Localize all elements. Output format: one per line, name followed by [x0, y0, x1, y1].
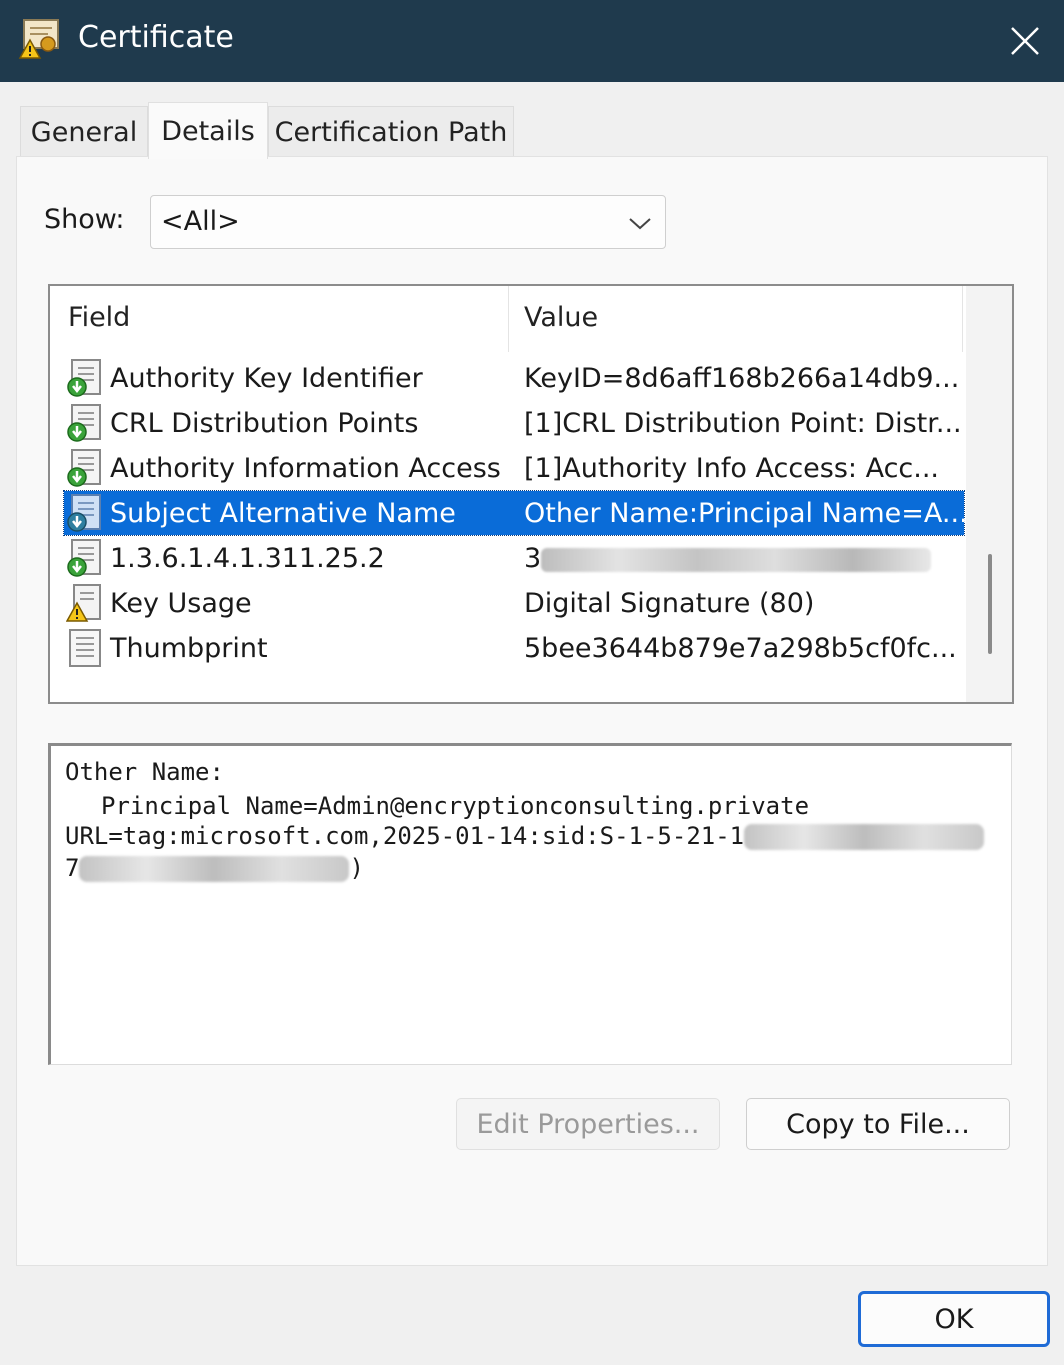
- chevron-down-icon: [627, 210, 653, 241]
- cert-extension-icon: [66, 538, 104, 578]
- tab-certification-path[interactable]: Certification Path: [268, 106, 514, 157]
- tab-details[interactable]: Details: [148, 102, 268, 159]
- copy-to-file-button[interactable]: Copy to File...: [746, 1098, 1010, 1150]
- tab-general[interactable]: General: [20, 106, 148, 157]
- field-value: 3: [524, 543, 542, 574]
- field-name: Thumbprint: [110, 633, 268, 664]
- field-value: Digital Signature (80): [524, 588, 815, 619]
- cert-extension-icon: [66, 448, 104, 488]
- field-name: 1.3.6.1.4.1.311.25.2: [110, 543, 385, 574]
- redaction-blur: [79, 856, 350, 882]
- detail-text: 7: [65, 854, 80, 882]
- cert-extension-icon: [66, 493, 104, 533]
- detail-line: 7): [65, 854, 364, 882]
- field-value-redacted: 3: [524, 543, 932, 574]
- certificate-icon: [18, 18, 62, 60]
- cert-warning-icon: [65, 583, 104, 623]
- list-item[interactable]: Key Usage Digital Signature (80): [64, 581, 964, 625]
- list-item[interactable]: Authority Information Access [1]Authorit…: [64, 446, 964, 490]
- field-value: [1]Authority Info Access: Acc...: [524, 453, 940, 484]
- field-name: Authority Information Access: [110, 453, 501, 484]
- field-value: KeyID=8d6aff168b266a14db9...: [524, 363, 960, 394]
- field-value: [1]CRL Distribution Point: Distr...: [524, 408, 962, 439]
- column-divider[interactable]: [508, 286, 509, 352]
- detail-line: Principal Name=Admin@encryptionconsultin…: [101, 792, 810, 820]
- detail-line: Other Name:: [65, 758, 224, 786]
- field-name: Key Usage: [110, 588, 252, 619]
- close-button[interactable]: [1000, 16, 1050, 66]
- cert-property-icon: [66, 628, 104, 668]
- column-divider: [962, 286, 963, 352]
- cert-extension-icon: [66, 403, 104, 443]
- field-name: Authority Key Identifier: [110, 363, 423, 394]
- column-header-field[interactable]: Field: [68, 302, 130, 333]
- show-label: Show:: [44, 204, 125, 235]
- cert-extension-icon: [66, 358, 104, 398]
- field-list[interactable]: Field Value Authority Key Identifier Key…: [48, 284, 1014, 704]
- edit-properties-button[interactable]: Edit Properties...: [456, 1098, 720, 1150]
- list-item[interactable]: Authority Key Identifier KeyID=8d6aff168…: [64, 356, 964, 400]
- field-name: Subject Alternative Name: [110, 498, 456, 529]
- close-icon: [1011, 27, 1039, 55]
- detail-textbox[interactable]: Other Name: Principal Name=Admin@encrypt…: [48, 743, 1012, 1065]
- detail-text: ): [349, 854, 364, 882]
- field-value: 5bee3644b879e7a298b5cf0fc...: [524, 633, 957, 664]
- list-item[interactable]: CRL Distribution Points [1]CRL Distribut…: [64, 401, 964, 445]
- column-header-value[interactable]: Value: [524, 302, 598, 333]
- scrollbar-thumb[interactable]: [988, 554, 992, 654]
- list-item-selected[interactable]: Subject Alternative Name Other Name:Prin…: [63, 490, 968, 536]
- show-dropdown-value: <All>: [161, 206, 240, 237]
- redaction-blur: [744, 824, 985, 850]
- field-name: CRL Distribution Points: [110, 408, 419, 439]
- window-title: Certificate: [78, 20, 234, 55]
- detail-line: URL=tag:microsoft.com,2025-01-14:sid:S-1…: [65, 822, 985, 850]
- list-item[interactable]: Thumbprint 5bee3644b879e7a298b5cf0fc...: [64, 626, 964, 670]
- redaction-blur: [541, 547, 932, 572]
- detail-text: URL=tag:microsoft.com,2025-01-14:sid:S-1…: [65, 822, 745, 850]
- show-dropdown[interactable]: <All>: [150, 195, 666, 249]
- ok-button[interactable]: OK: [858, 1291, 1050, 1347]
- scrollbar[interactable]: [966, 286, 1012, 702]
- title-bar: Certificate: [0, 0, 1064, 82]
- list-item[interactable]: 1.3.6.1.4.1.311.25.2 3: [64, 536, 964, 580]
- field-value: Other Name:Principal Name=A...: [524, 498, 968, 529]
